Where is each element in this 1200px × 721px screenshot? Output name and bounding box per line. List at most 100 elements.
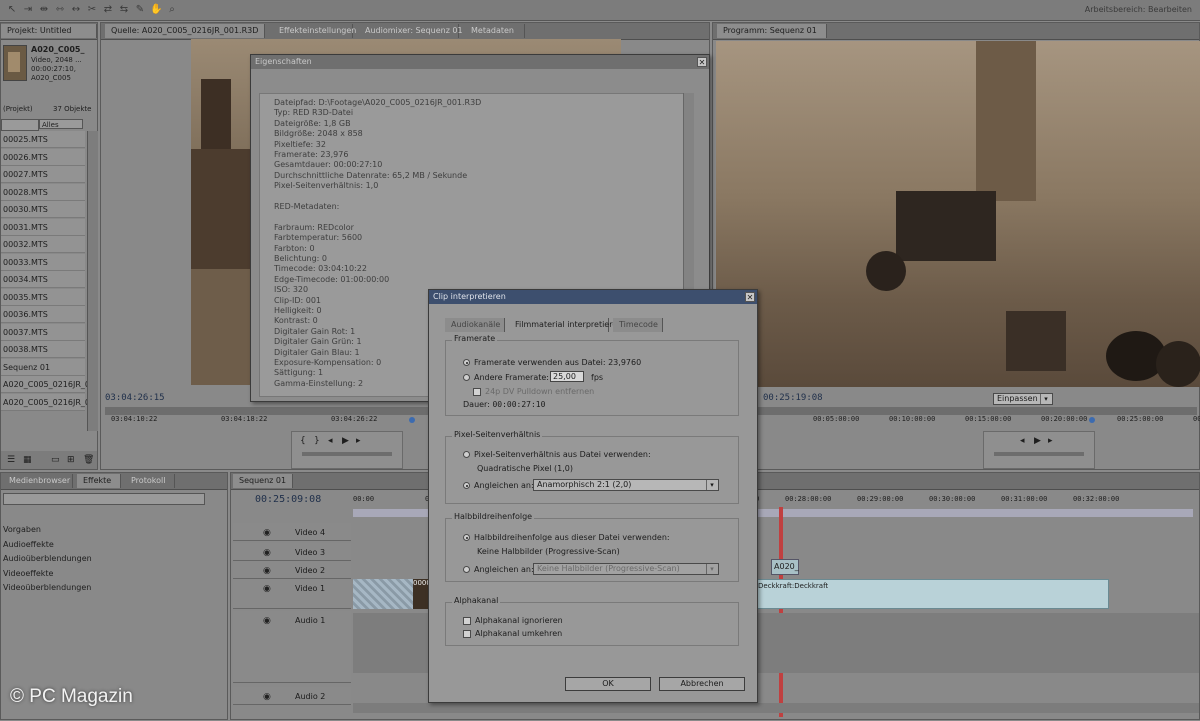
effects-folder-item[interactable]: Audioeffekte xyxy=(1,538,227,552)
close-icon[interactable]: ✕ xyxy=(697,57,707,67)
tab-program[interactable]: Programm: Sequenz 01 xyxy=(717,24,827,38)
framerate-input[interactable]: 25,00 xyxy=(550,371,584,382)
track-header[interactable]: ◉ Audio 2 xyxy=(233,687,351,705)
track-select-icon[interactable]: ⇥ xyxy=(22,4,34,16)
trash-icon[interactable]: 🗑 xyxy=(83,455,94,465)
tab-effects[interactable]: Effekte xyxy=(77,474,121,488)
track-header[interactable]: ◉ Video 2 xyxy=(233,561,351,579)
project-list-item[interactable]: 00036.MTS xyxy=(1,306,85,323)
icon-view-icon[interactable]: ▦ xyxy=(23,455,32,465)
eye-icon[interactable]: ◉ xyxy=(263,528,273,538)
source-playhead[interactable] xyxy=(409,417,415,423)
track-header[interactable]: ◉ Video 3 xyxy=(233,543,351,561)
timeline-playhead[interactable] xyxy=(779,507,783,717)
framerate-from-file-option[interactable]: Framerate verwenden aus Datei: 23,9760 xyxy=(463,358,641,367)
track-header[interactable]: ◉ Video 1 xyxy=(233,579,351,609)
step-forward-icon[interactable]: ▸ xyxy=(356,436,361,446)
filter-select[interactable]: Alles xyxy=(39,119,83,129)
project-list-item[interactable]: 00032.MTS xyxy=(1,236,85,253)
new-bin-icon[interactable]: ▭ xyxy=(51,455,60,465)
program-playhead[interactable] xyxy=(1089,417,1095,423)
pulldown-checkbox[interactable] xyxy=(473,387,481,396)
workspace-label[interactable]: Arbeitsbereich: Bearbeiten xyxy=(1085,5,1192,14)
project-list-item[interactable]: 00037.MTS xyxy=(1,323,85,341)
zoom-icon[interactable]: ⌕ xyxy=(166,4,178,16)
pulldown-option[interactable]: 24p DV Pulldown entfernen xyxy=(473,387,594,396)
tab-sequence[interactable]: Sequenz 01 xyxy=(233,474,293,488)
effects-folder-item[interactable]: Videoüberblendungen xyxy=(1,581,227,595)
tab-interpret-footage[interactable]: Filmmaterial interpretieren xyxy=(509,318,622,332)
timeline-scrollbar[interactable] xyxy=(353,703,1199,713)
slide-icon[interactable]: ⇆ xyxy=(118,4,130,16)
effects-folder-item[interactable]: Videoeffekte xyxy=(1,567,227,581)
video-clip-pattern[interactable] xyxy=(353,579,413,609)
project-list-item[interactable]: 00028.MTS xyxy=(1,183,85,201)
tab-timecode[interactable]: Timecode xyxy=(613,318,663,332)
jog-shuttle[interactable] xyxy=(302,452,392,456)
program-play-icon[interactable]: ▶ xyxy=(1034,436,1041,446)
timeline-timecode[interactable]: 00:25:09:08 xyxy=(255,494,321,505)
tab-effect-controls[interactable]: Effekteinstellungen xyxy=(273,24,356,38)
mark-out-icon[interactable]: } xyxy=(314,436,320,446)
step-back-icon[interactable]: ◂ xyxy=(328,436,333,446)
razor-icon[interactable]: ✂ xyxy=(86,4,98,16)
project-list-item[interactable]: 00031.MTS xyxy=(1,218,85,236)
program-timecode[interactable]: 00:25:19:08 xyxy=(763,393,823,403)
video-clip-v1[interactable]: Deckkraft:Deckkraft xyxy=(753,579,1109,609)
mark-in-icon[interactable]: { xyxy=(300,436,306,446)
tab-source[interactable]: Quelle: A020_C005_0216JR_001.R3D xyxy=(105,24,265,38)
project-list-item[interactable]: 00026.MTS xyxy=(1,148,85,166)
project-list-item[interactable]: A020_C005_0216JR_001.R3D xyxy=(1,393,87,411)
search-field[interactable] xyxy=(1,119,39,131)
eye-icon[interactable]: ◉ xyxy=(263,548,273,558)
program-time-ruler[interactable] xyxy=(717,407,1197,415)
tab-media-browser[interactable]: Medienbrowser xyxy=(3,474,73,488)
project-scrollbar[interactable] xyxy=(87,131,98,431)
fit-select[interactable]: Einpassen ▾ xyxy=(993,393,1053,405)
project-list-item[interactable]: 00034.MTS xyxy=(1,271,85,288)
pen-icon[interactable]: ✎ xyxy=(134,4,146,16)
program-step-back-icon[interactable]: ◂ xyxy=(1020,436,1025,446)
framerate-custom-option[interactable]: Andere Framerate: xyxy=(463,373,549,382)
tab-history[interactable]: Protokoll xyxy=(125,474,175,488)
field-from-file-option[interactable]: Halbbildreihenfolge aus dieser Datei ver… xyxy=(463,533,670,542)
project-list-item[interactable]: 00033.MTS xyxy=(1,253,85,271)
project-list-item[interactable]: A020_C005_0216JR_001.R3D xyxy=(1,376,87,393)
video-clip-v2[interactable]: A020_ xyxy=(771,559,799,575)
track-header[interactable]: ◉ Audio 1 xyxy=(233,611,351,683)
project-list-item[interactable]: 00027.MTS xyxy=(1,166,85,183)
new-item-icon[interactable]: ⊞ xyxy=(67,455,75,465)
project-list-item[interactable]: Sequenz 01 xyxy=(1,358,85,376)
hand-icon[interactable]: ✋ xyxy=(150,4,162,16)
eye-icon[interactable]: ◉ xyxy=(263,566,273,576)
alpha-invert-option[interactable]: Alphakanal umkehren xyxy=(463,629,562,638)
effects-folder-item[interactable]: Audioüberblendungen xyxy=(1,552,227,566)
field-conform-option[interactable]: Angleichen an: xyxy=(463,565,534,574)
eye-icon[interactable]: ◉ xyxy=(263,584,273,594)
tab-project[interactable]: Projekt: Untitled xyxy=(1,24,97,38)
tab-metadata[interactable]: Metadaten xyxy=(465,24,525,38)
alpha-ignore-checkbox[interactable] xyxy=(463,616,471,625)
ripple-icon[interactable]: ⇹ xyxy=(38,4,50,16)
list-view-icon[interactable]: ☰ xyxy=(7,455,15,465)
pixel-from-file-option[interactable]: Pixel-Seitenverhältnis aus Datei verwend… xyxy=(463,450,651,459)
field-order-select[interactable]: Keine Halbbilder (Progressive-Scan) ▾ xyxy=(533,563,719,575)
video-clip-thumbnail[interactable]: 0000 xyxy=(413,579,431,609)
program-step-forward-icon[interactable]: ▸ xyxy=(1048,436,1053,446)
selection-icon[interactable]: ↖ xyxy=(6,4,18,16)
source-timecode[interactable]: 03:04:26:15 xyxy=(105,393,165,403)
tab-audio-mixer[interactable]: Audiomixer: Sequenz 01 xyxy=(359,24,463,38)
project-list-item[interactable]: 00030.MTS xyxy=(1,201,85,218)
ok-button[interactable]: OK xyxy=(565,677,651,691)
pixel-aspect-select[interactable]: Anamorphisch 2:1 (2,0) ▾ xyxy=(533,479,719,491)
rate-stretch-icon[interactable]: ↔ xyxy=(70,4,82,16)
effects-search-input[interactable] xyxy=(3,493,205,505)
project-list-item[interactable]: 00025.MTS xyxy=(1,131,85,148)
radio-field-conform[interactable] xyxy=(463,566,470,573)
slip-icon[interactable]: ⇄ xyxy=(102,4,114,16)
radio-pixel-conform[interactable] xyxy=(463,482,470,489)
speaker-icon[interactable]: ◉ xyxy=(263,692,273,702)
radio-framerate-file[interactable] xyxy=(463,359,470,366)
play-icon[interactable]: ▶ xyxy=(342,436,349,446)
speaker-icon[interactable]: ◉ xyxy=(263,616,273,626)
